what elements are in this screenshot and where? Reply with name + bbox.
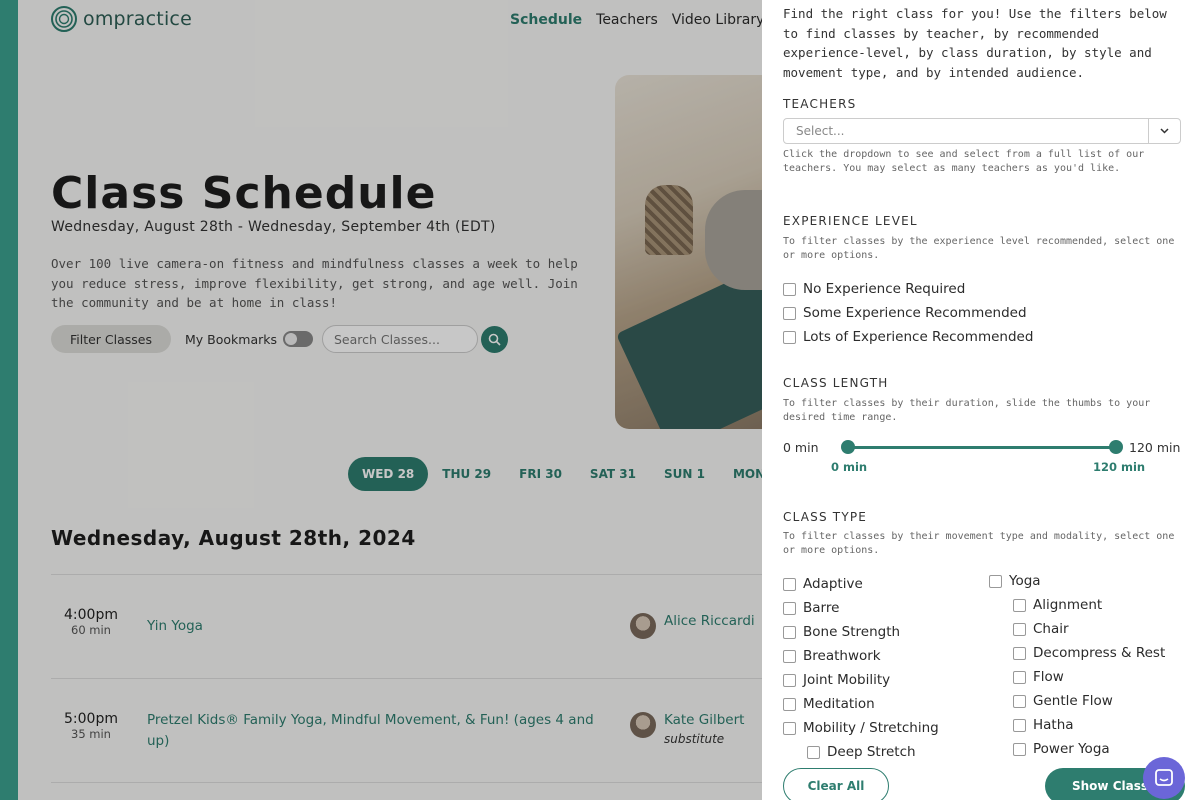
checkbox-label: Adaptive xyxy=(803,576,863,592)
experience-label: EXPERIENCE LEVEL xyxy=(783,214,918,228)
class-type-option[interactable]: Breathwork xyxy=(783,648,881,664)
checkbox[interactable] xyxy=(783,625,796,639)
class-type-option-yoga[interactable]: Yoga xyxy=(989,573,1041,589)
checkbox[interactable] xyxy=(1013,646,1026,660)
yoga-sub-option[interactable]: Alignment xyxy=(1013,597,1102,613)
checkbox-label: Chair xyxy=(1033,621,1069,637)
clear-all-button[interactable]: Clear All xyxy=(783,768,889,800)
class-type-option[interactable]: Bone Strength xyxy=(783,624,900,640)
checkbox-label: Lots of Experience Recommended xyxy=(803,329,1034,345)
class-type-help: To filter classes by their movement type… xyxy=(783,531,1175,556)
checkbox[interactable] xyxy=(783,601,796,615)
checkbox-label: Flow xyxy=(1033,669,1064,685)
slider-track[interactable] xyxy=(848,446,1116,449)
checkbox[interactable] xyxy=(783,649,796,663)
checkbox-label: Bone Strength xyxy=(803,624,901,640)
checkbox-label: Deep Stretch xyxy=(827,744,916,760)
slider-max-label: 120 min xyxy=(1129,440,1181,455)
left-accent-strip xyxy=(0,0,18,800)
checkbox[interactable] xyxy=(1013,742,1026,756)
checkbox[interactable] xyxy=(1013,718,1026,732)
slider-min-thumb[interactable] xyxy=(841,440,855,454)
teachers-select-placeholder: Select... xyxy=(796,124,845,138)
checkbox[interactable] xyxy=(1013,598,1026,612)
class-type-option[interactable]: Mobility / Stretching xyxy=(783,720,939,736)
class-type-option[interactable]: Meditation xyxy=(783,696,875,712)
checkbox-label: Hatha xyxy=(1033,717,1074,733)
experience-option[interactable]: Some Experience Recommended xyxy=(783,305,1027,321)
slider-max-thumb[interactable] xyxy=(1109,440,1123,454)
checkbox[interactable] xyxy=(783,306,796,320)
experience-help: To filter classes by the experience leve… xyxy=(783,236,1175,261)
filter-panel: Find the right class for you! Use the fi… xyxy=(762,0,1200,800)
experience-option[interactable]: No Experience Required xyxy=(783,281,965,297)
teachers-select[interactable]: Select... xyxy=(783,118,1181,144)
checkbox[interactable] xyxy=(1013,694,1026,708)
checkbox[interactable] xyxy=(783,721,796,735)
checkbox-label: Gentle Flow xyxy=(1033,693,1113,709)
slider-min-value: 0 min xyxy=(831,460,868,474)
filter-intro: Find the right class for you! Use the fi… xyxy=(783,6,1167,80)
class-length-help: To filter classes by their duration, sli… xyxy=(783,398,1151,423)
checkbox-label: Breathwork xyxy=(803,648,881,664)
checkbox-label: Mobility / Stretching xyxy=(803,720,939,736)
class-type-option[interactable]: Deep Stretch xyxy=(807,744,916,760)
class-type-option[interactable]: Joint Mobility xyxy=(783,672,890,688)
yoga-sub-option[interactable]: Decompress & Rest xyxy=(1013,645,1165,661)
checkbox[interactable] xyxy=(807,745,820,759)
slider-max-value: 120 min xyxy=(1093,460,1146,474)
teachers-help: Click the dropdown to see and select fro… xyxy=(783,149,1145,174)
chat-icon xyxy=(1155,769,1173,786)
yoga-sub-option[interactable]: Hatha xyxy=(1013,717,1074,733)
yoga-sub-option[interactable]: Flow xyxy=(1013,669,1064,685)
slider-min-label: 0 min xyxy=(783,440,819,455)
checkbox-label: Barre xyxy=(803,600,840,616)
checkbox-label: Some Experience Recommended xyxy=(803,305,1027,321)
yoga-sub-option[interactable]: Chair xyxy=(1013,621,1069,637)
checkbox[interactable] xyxy=(783,673,796,687)
teachers-label: TEACHERS xyxy=(783,97,857,111)
yoga-sub-option[interactable]: Power Yoga xyxy=(1013,741,1110,757)
checkbox-label: Decompress & Rest xyxy=(1033,645,1166,661)
checkbox-label: Yoga xyxy=(1009,573,1041,589)
checkbox[interactable] xyxy=(989,574,1002,588)
checkbox[interactable] xyxy=(783,330,796,344)
class-length-label: CLASS LENGTH xyxy=(783,376,889,390)
checkbox-label: No Experience Required xyxy=(803,281,966,297)
checkbox[interactable] xyxy=(783,577,796,591)
checkbox-label: Joint Mobility xyxy=(803,672,891,688)
checkbox-label: Meditation xyxy=(803,696,875,712)
experience-option[interactable]: Lots of Experience Recommended xyxy=(783,329,1033,345)
checkbox-label: Power Yoga xyxy=(1033,741,1110,757)
class-type-option[interactable]: Barre xyxy=(783,600,839,616)
checkbox[interactable] xyxy=(783,282,796,296)
chat-launcher-button[interactable] xyxy=(1143,757,1185,799)
class-type-label: CLASS TYPE xyxy=(783,510,868,524)
checkbox[interactable] xyxy=(1013,622,1026,636)
yoga-sub-option[interactable]: Gentle Flow xyxy=(1013,693,1113,709)
modal-backdrop[interactable] xyxy=(18,0,762,800)
chevron-down-icon[interactable] xyxy=(1148,119,1180,143)
checkbox[interactable] xyxy=(1013,670,1026,684)
checkbox[interactable] xyxy=(783,697,796,711)
checkbox-label: Alignment xyxy=(1033,597,1103,613)
class-type-option[interactable]: Adaptive xyxy=(783,576,863,592)
